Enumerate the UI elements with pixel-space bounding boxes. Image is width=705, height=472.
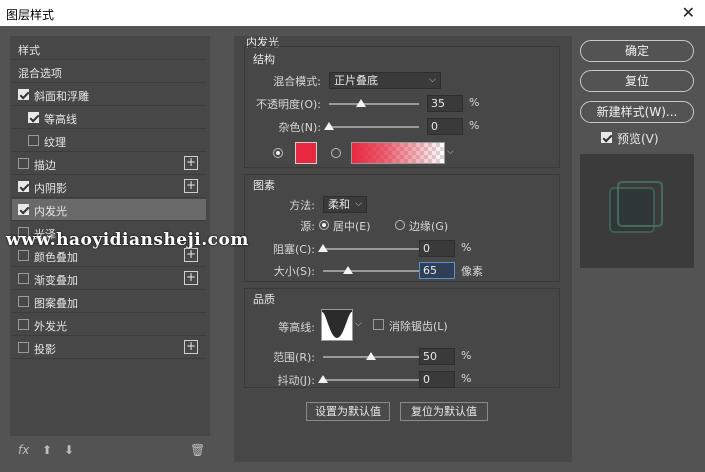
contour-label: 等高线: — [278, 321, 315, 334]
style-item-pattern-overlay[interactable]: 图案叠加 — [12, 291, 206, 313]
gradient-overlay-checkbox[interactable] — [18, 273, 29, 284]
size-input[interactable]: 65 — [419, 262, 455, 279]
close-icon[interactable]: ✕ — [682, 3, 695, 22]
blend-mode-label: 混合模式: — [273, 75, 321, 88]
jitter-label: 抖动(J): — [277, 374, 315, 387]
source-edge-label: 边缘(G) — [409, 220, 449, 233]
noise-input[interactable]: 0 — [427, 118, 463, 135]
color-overlay-checkbox[interactable] — [18, 250, 29, 261]
antialias-checkbox[interactable] — [373, 319, 384, 330]
glow-color-swatch[interactable] — [295, 142, 317, 164]
fx-icon[interactable]: fx — [18, 443, 29, 457]
style-item-inner-glow[interactable]: 内发光 — [12, 199, 206, 221]
reset-button[interactable]: 复位 — [580, 70, 694, 92]
solid-color-radio[interactable] — [273, 148, 283, 158]
quality-title: 品质 — [253, 293, 275, 306]
blend-mode-dropdown[interactable]: 正片叠底 ⌵ — [329, 72, 441, 89]
elements-group: 图素 方法: 柔和 ⌵ 源: 居中(E) 边缘(G) 阻塞(C): 0 % 大小… — [244, 174, 560, 282]
styles-header[interactable]: 样式 — [12, 38, 206, 60]
set-default-button[interactable]: 设置为默认值 — [306, 402, 390, 421]
style-item-stroke[interactable]: 描边 + — [12, 153, 206, 175]
window-title: 图层样式 — [6, 8, 55, 22]
jitter-slider-thumb[interactable] — [318, 375, 328, 383]
style-item-texture[interactable]: 纹理 — [12, 130, 206, 152]
jitter-input[interactable]: 0 — [419, 371, 455, 388]
opacity-label: 不透明度(O): — [256, 98, 321, 111]
texture-checkbox[interactable] — [28, 135, 39, 146]
add-inner-shadow-icon[interactable]: + — [184, 179, 198, 193]
reset-default-button[interactable]: 复位为默认值 — [400, 402, 488, 421]
inner-shadow-checkbox[interactable] — [18, 181, 29, 192]
opacity-input[interactable]: 35 — [427, 95, 463, 112]
contour-curve-icon — [322, 310, 352, 340]
outer-glow-checkbox[interactable] — [18, 319, 29, 330]
stroke-checkbox[interactable] — [18, 158, 29, 169]
watermark-text: www.haoyidiansheji.com — [6, 230, 249, 250]
style-item-outer-glow[interactable]: 外发光 — [12, 314, 206, 336]
size-slider-thumb[interactable] — [342, 266, 353, 274]
noise-slider-thumb[interactable] — [324, 122, 334, 130]
contour-picker[interactable] — [321, 309, 353, 341]
structure-group: 结构 混合模式: 正片叠底 ⌵ 不透明度(O): 35 % 杂色(N): 0 %… — [244, 46, 560, 168]
drop-shadow-checkbox[interactable] — [18, 342, 29, 353]
styles-footer: fx ⬆ ⬇ 🗑 — [10, 440, 210, 462]
trash-icon[interactable]: 🗑 — [190, 443, 205, 457]
pattern-overlay-checkbox[interactable] — [18, 296, 29, 307]
add-color-overlay-icon[interactable]: + — [184, 248, 198, 262]
inner-glow-panel: 内发光 结构 混合模式: 正片叠底 ⌵ 不透明度(O): 35 % 杂色(N):… — [234, 36, 572, 462]
new-style-button[interactable]: 新建样式(W)... — [580, 101, 694, 123]
opacity-slider-thumb[interactable] — [355, 99, 366, 107]
bevel-emboss-checkbox[interactable] — [18, 89, 29, 100]
gradient-swatch[interactable] — [351, 142, 445, 164]
choke-input[interactable]: 0 — [419, 240, 455, 257]
style-item-contour[interactable]: 等高线 — [12, 107, 206, 129]
move-down-icon[interactable]: ⬇ — [64, 443, 74, 457]
elements-title: 图素 — [253, 179, 275, 192]
preview-checkbox[interactable] — [601, 132, 612, 143]
opacity-slider[interactable] — [329, 99, 419, 107]
preview-label: 预览(V) — [617, 132, 659, 146]
range-label: 范围(R): — [273, 351, 315, 364]
gradient-chevron-down-icon[interactable]: ⌵ — [447, 147, 454, 157]
preview-thumbnail-icon — [609, 181, 663, 233]
antialias-label: 消除锯齿(L) — [389, 320, 448, 333]
source-label: 源: — [300, 220, 315, 233]
size-label: 大小(S): — [273, 265, 315, 278]
source-edge-radio[interactable] — [395, 220, 405, 230]
jitter-slider[interactable] — [318, 375, 419, 383]
style-item-gradient-overlay[interactable]: 渐变叠加 + — [12, 268, 206, 290]
choke-label: 阻塞(C): — [273, 243, 315, 256]
chevron-down-icon: ⌵ — [355, 199, 362, 209]
style-item-inner-shadow[interactable]: 内阴影 + — [12, 176, 206, 198]
chevron-down-icon: ⌵ — [429, 75, 436, 85]
add-stroke-icon[interactable]: + — [184, 156, 198, 170]
source-center-radio[interactable] — [319, 220, 329, 230]
add-drop-shadow-icon[interactable]: + — [184, 340, 198, 354]
structure-title: 结构 — [253, 53, 275, 66]
style-item-bevel-emboss[interactable]: 斜面和浮雕 — [12, 84, 206, 106]
range-input[interactable]: 50 — [419, 348, 455, 365]
noise-label: 杂色(N): — [278, 121, 321, 134]
range-slider-thumb[interactable] — [366, 352, 376, 360]
quality-group: 品质 等高线: ⌵ 消除锯齿(L) 范围(R): 50 % 抖动(J): 0 % — [244, 288, 560, 388]
add-gradient-overlay-icon[interactable]: + — [184, 271, 198, 285]
source-center-label: 居中(E) — [333, 220, 371, 233]
style-item-drop-shadow[interactable]: 投影 + — [12, 337, 206, 359]
gradient-radio[interactable] — [331, 148, 341, 158]
move-up-icon[interactable]: ⬆ — [42, 443, 52, 457]
contour-chevron-down-icon[interactable]: ⌵ — [355, 319, 362, 329]
style-preview — [580, 154, 694, 268]
title-bar: 图层样式 ✕ — [0, 0, 705, 26]
method-dropdown[interactable]: 柔和 ⌵ — [323, 196, 367, 213]
style-item-blending-options[interactable]: 混合选项 — [12, 61, 206, 83]
choke-slider[interactable] — [318, 244, 419, 252]
method-label: 方法: — [289, 199, 315, 212]
noise-slider[interactable] — [324, 122, 419, 130]
ok-button[interactable]: 确定 — [580, 40, 694, 62]
size-slider[interactable] — [323, 266, 419, 274]
contour-checkbox[interactable] — [28, 112, 39, 123]
inner-glow-checkbox[interactable] — [18, 204, 29, 215]
choke-slider-thumb[interactable] — [318, 244, 328, 252]
range-slider[interactable] — [323, 352, 419, 360]
